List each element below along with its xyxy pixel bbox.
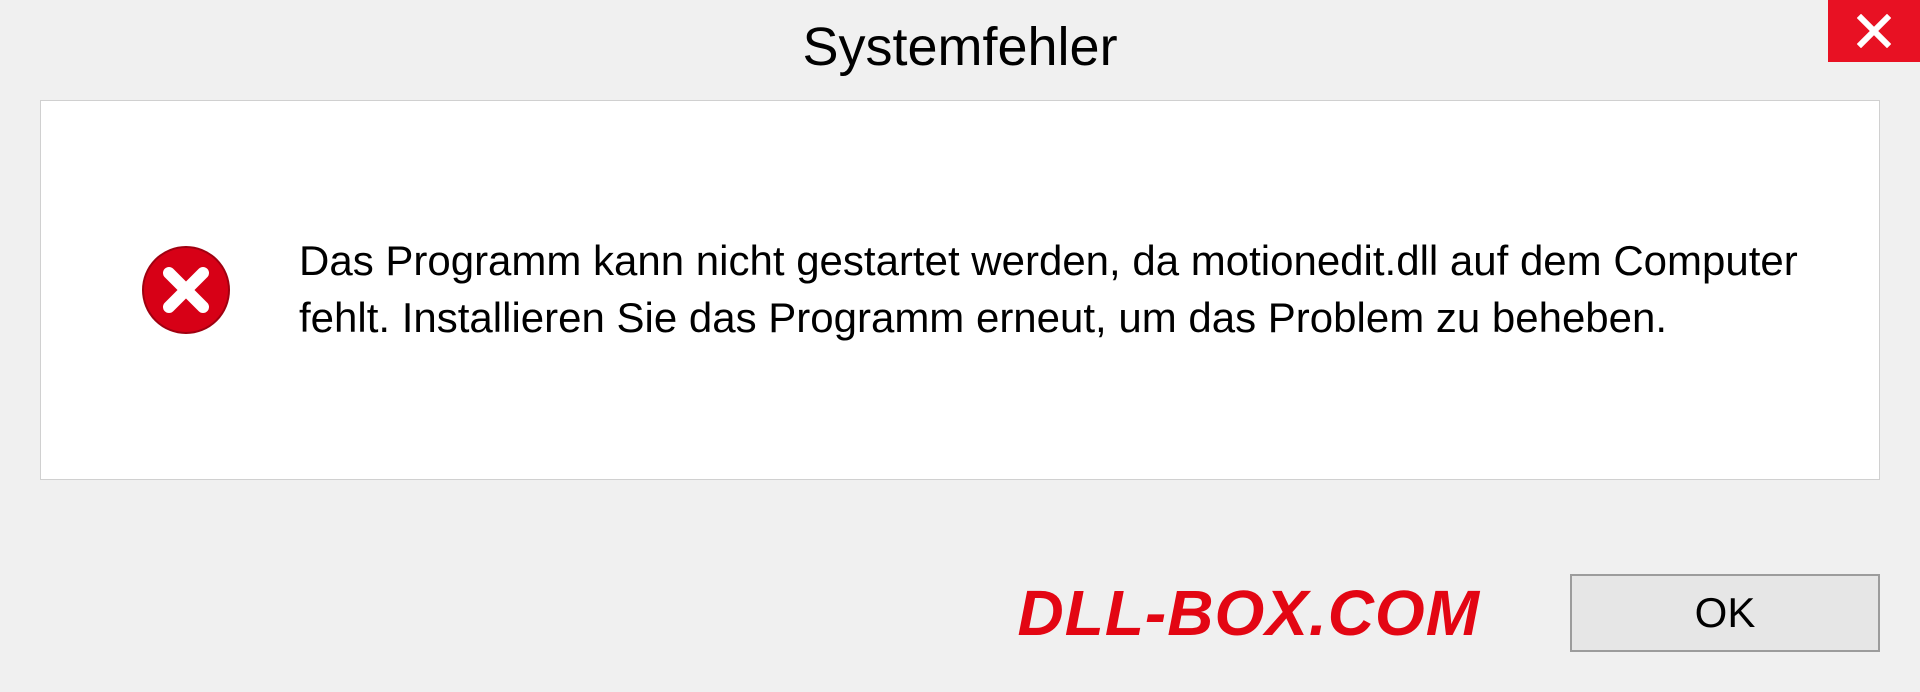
message-panel: Das Programm kann nicht gestartet werden… — [40, 100, 1880, 480]
error-message: Das Programm kann nicht gestartet werden… — [299, 233, 1819, 346]
close-button[interactable] — [1828, 0, 1920, 62]
titlebar: Systemfehler — [0, 0, 1920, 94]
dialog-footer: DLL-BOX.COM OK — [0, 574, 1920, 652]
ok-button-label: OK — [1695, 589, 1756, 637]
error-icon — [141, 245, 231, 335]
dialog-title: Systemfehler — [802, 16, 1117, 78]
close-icon — [1857, 14, 1891, 48]
ok-button[interactable]: OK — [1570, 574, 1880, 652]
watermark-text: DLL-BOX.COM — [1018, 576, 1481, 650]
